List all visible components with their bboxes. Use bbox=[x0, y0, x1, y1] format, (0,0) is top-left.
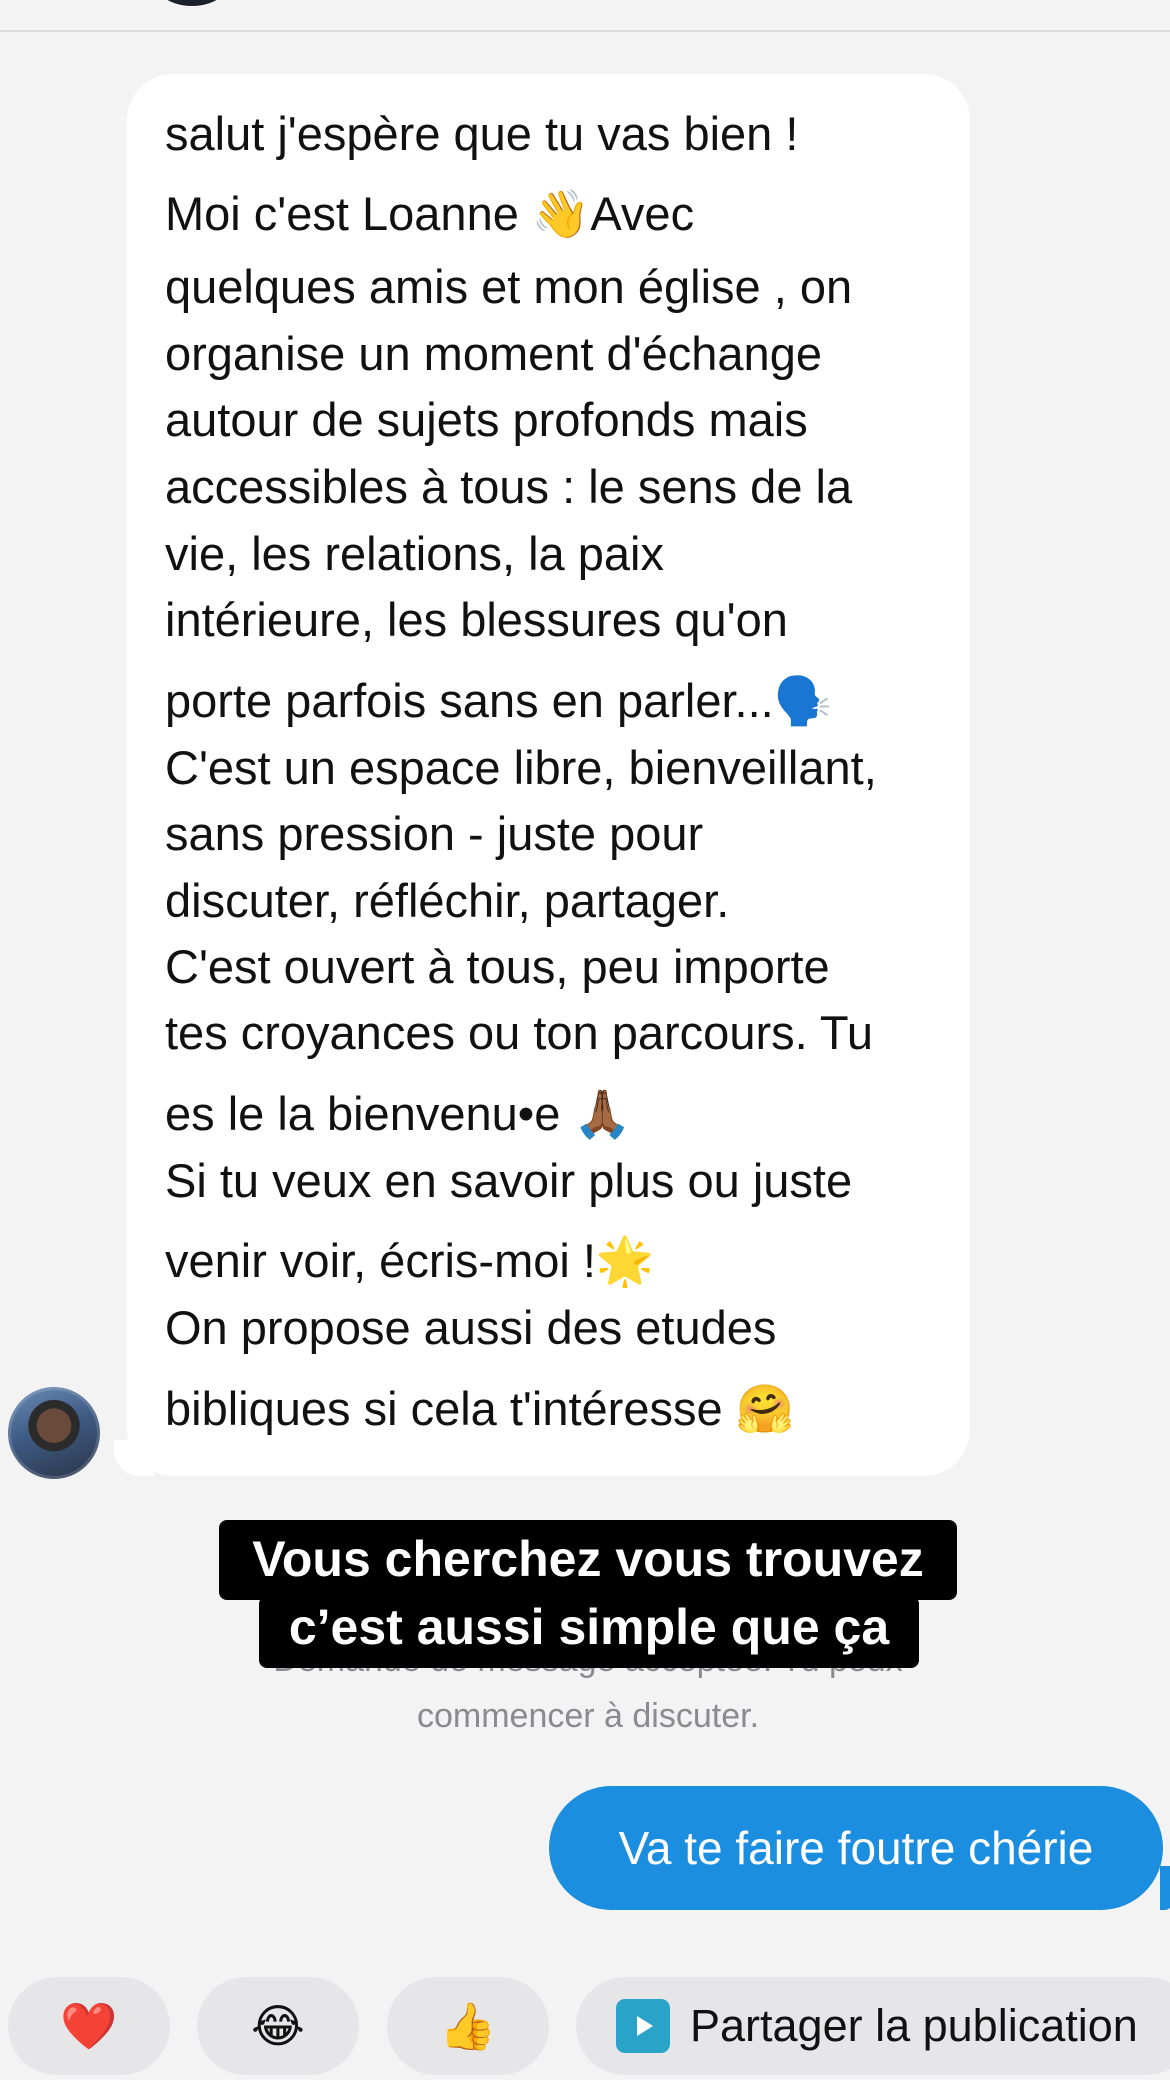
message-line: quelques amis et mon église , on bbox=[165, 260, 853, 313]
video-caption-line-1: Vous cherchez vous trouvez bbox=[219, 1520, 957, 1600]
message-line: salut j'espère que tu vas bien ! bbox=[165, 107, 799, 160]
message-line: vie, les relations, la paix bbox=[165, 527, 664, 580]
heart-icon: ❤️ bbox=[60, 1999, 118, 2052]
quick-reply-laugh-button[interactable]: 😂 bbox=[197, 1977, 359, 2075]
quick-reply-thumbs-up-button[interactable]: 👍 bbox=[387, 1977, 549, 2075]
sender-avatar[interactable] bbox=[8, 1387, 100, 1479]
share-post-button[interactable]: Partager la publication bbox=[576, 1977, 1170, 2075]
message-line: intérieure, les blessures qu'on bbox=[165, 593, 788, 646]
message-line: bibliques si cela t'intéresse 🤗 bbox=[165, 1382, 795, 1435]
message-line: autour de sujets profonds mais bbox=[165, 393, 808, 446]
laughing-face-icon: 😂 bbox=[251, 2000, 305, 2052]
header-divider bbox=[0, 30, 1170, 32]
notice-line-2: commencer à discuter. bbox=[416, 1697, 760, 1735]
message-line: venir voir, écris-moi !🌟 bbox=[165, 1234, 655, 1287]
message-line: accessibles à tous : le sens de la bbox=[165, 460, 853, 513]
video-caption-line-2: c’est aussi simple que ça bbox=[259, 1596, 919, 1668]
message-line: C'est ouvert à tous, peu importe bbox=[165, 940, 830, 993]
message-line: sans pression - juste pour bbox=[165, 807, 704, 860]
header-avatar[interactable] bbox=[148, 0, 236, 6]
outgoing-message-bubble[interactable]: Va te faire foutre chérie bbox=[549, 1786, 1163, 1910]
message-line: porte parfois sans en parler...🗣️ bbox=[165, 674, 833, 727]
quick-reply-heart-button[interactable]: ❤️ bbox=[8, 1977, 170, 2075]
message-line: tes croyances ou ton parcours. Tu bbox=[165, 1006, 873, 1059]
chat-screen: salut j'espère que tu vas bien ! Moi c'e… bbox=[0, 0, 1170, 2080]
message-line: Moi c'est Loanne 👋Avec bbox=[165, 187, 695, 240]
outgoing-bubble-tail bbox=[1160, 1866, 1170, 1910]
play-icon bbox=[616, 1999, 670, 2053]
share-post-label: Partager la publication bbox=[690, 2000, 1138, 2051]
message-line: organise un moment d'échange bbox=[165, 327, 822, 380]
message-line: Si tu veux en savoir plus ou juste bbox=[165, 1154, 853, 1207]
message-line: es le la bienvenu•e 🙏🏾 bbox=[165, 1087, 632, 1140]
thumbs-up-icon: 👍 bbox=[439, 1999, 497, 2052]
message-line: On propose aussi des etudes bbox=[165, 1301, 777, 1354]
message-line: discuter, réfléchir, partager. bbox=[165, 874, 730, 927]
message-line: C'est un espace libre, bienveillant, bbox=[165, 741, 877, 794]
